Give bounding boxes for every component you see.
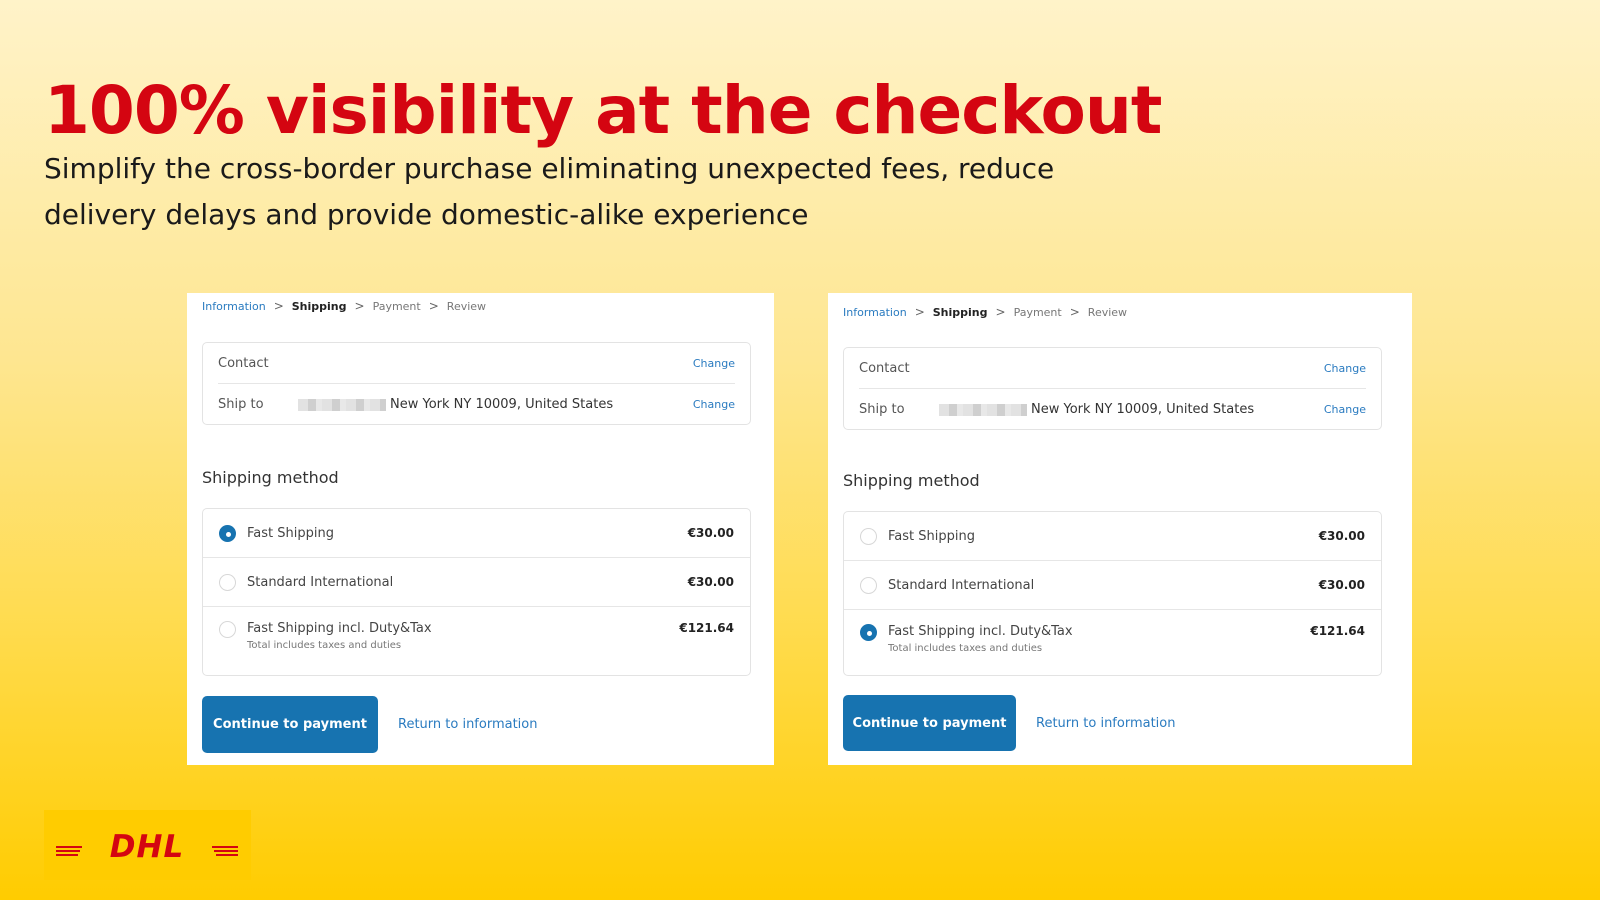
- option-price: €121.64: [679, 621, 734, 635]
- ship-to-value: New York NY 10009, United States: [1031, 402, 1255, 417]
- order-summary-box: Contact Change Ship to New York NY 10009…: [202, 342, 751, 425]
- breadcrumb: Information > Shipping > Payment > Revie…: [843, 305, 1127, 319]
- radio-button-selected[interactable]: [860, 624, 877, 641]
- shipping-method-list: Fast Shipping €30.00 Standard Internatio…: [202, 508, 751, 676]
- dhl-logo: DHL: [44, 810, 251, 880]
- shipping-method-title: Shipping method: [843, 471, 980, 490]
- option-name: Standard International: [888, 577, 1035, 593]
- continue-to-payment-button[interactable]: Continue to payment: [843, 695, 1016, 751]
- chevron-right-icon: >: [354, 299, 365, 313]
- ship-to-row: Ship to New York NY 10009, United States…: [218, 384, 735, 425]
- shipping-method-title: Shipping method: [202, 468, 339, 487]
- radio-button[interactable]: [219, 621, 236, 638]
- dhl-logo-icon: DHL: [56, 832, 238, 860]
- radio-button[interactable]: [219, 573, 236, 591]
- redacted-address: [939, 403, 1027, 416]
- option-description: Total includes taxes and duties: [888, 643, 1043, 654]
- ship-to-label: Ship to: [218, 397, 264, 412]
- breadcrumb-shipping: Shipping: [932, 305, 988, 319]
- breadcrumb-payment: Payment: [372, 299, 421, 313]
- option-name: Standard International: [247, 574, 394, 590]
- radio-button[interactable]: [860, 527, 877, 545]
- return-to-information-link[interactable]: Return to information: [398, 717, 537, 732]
- subheadline: Simplify the cross-border purchase elimi…: [44, 152, 1055, 231]
- shipping-option-fast[interactable]: Fast Shipping €30.00: [203, 509, 750, 558]
- redacted-address: [298, 398, 386, 411]
- order-summary-box: Contact Change Ship to New York NY 10009…: [843, 347, 1382, 430]
- option-price: €30.00: [1318, 578, 1365, 592]
- shipping-option-standard-international[interactable]: Standard International €30.00: [203, 558, 750, 607]
- option-price: €121.64: [1310, 624, 1365, 638]
- breadcrumb-shipping: Shipping: [291, 299, 347, 313]
- radio-button-selected[interactable]: [219, 524, 236, 542]
- option-name: Fast Shipping incl. Duty&Tax: [247, 621, 432, 636]
- shipping-option-fast-duty-tax[interactable]: Fast Shipping incl. Duty&Tax Total inclu…: [203, 607, 750, 675]
- shipping-option-standard-international[interactable]: Standard International €30.00: [844, 561, 1381, 610]
- change-contact-link[interactable]: Change: [693, 357, 735, 370]
- option-name: Fast Shipping: [888, 528, 975, 544]
- ship-to-row: Ship to New York NY 10009, United States…: [859, 389, 1366, 430]
- headline: 100% visibility at the checkout: [44, 72, 1162, 149]
- return-to-information-link[interactable]: Return to information: [1036, 716, 1175, 731]
- option-price: €30.00: [1318, 529, 1365, 543]
- checkout-panel-standard: Information > Shipping > Payment > Revie…: [187, 293, 774, 765]
- breadcrumb-review: Review: [1087, 305, 1128, 319]
- contact-label: Contact: [218, 355, 269, 371]
- chevron-right-icon: >: [1069, 305, 1080, 319]
- ship-to-value: New York NY 10009, United States: [390, 397, 614, 412]
- change-contact-link[interactable]: Change: [1324, 362, 1366, 375]
- breadcrumb-review: Review: [446, 299, 487, 313]
- radio-button[interactable]: [860, 576, 877, 594]
- ship-to-label: Ship to: [859, 402, 905, 417]
- change-ship-to-link[interactable]: Change: [693, 398, 735, 411]
- breadcrumb: Information > Shipping > Payment > Revie…: [202, 299, 486, 313]
- option-price: €30.00: [687, 575, 734, 589]
- option-description: Total includes taxes and duties: [247, 640, 402, 651]
- dhl-wordmark: DHL: [110, 832, 184, 860]
- breadcrumb-information[interactable]: Information: [202, 300, 266, 313]
- shipping-option-fast-duty-tax[interactable]: Fast Shipping incl. Duty&Tax Total inclu…: [844, 610, 1381, 678]
- chevron-right-icon: >: [428, 299, 439, 313]
- breadcrumb-payment: Payment: [1013, 305, 1062, 319]
- chevron-right-icon: >: [914, 305, 925, 319]
- option-name: Fast Shipping incl. Duty&Tax: [888, 624, 1073, 639]
- option-name: Fast Shipping: [247, 525, 334, 541]
- continue-to-payment-button[interactable]: Continue to payment: [202, 696, 378, 753]
- checkout-panel-duty-tax: Information > Shipping > Payment > Revie…: [828, 293, 1412, 765]
- contact-row: Contact Change: [859, 348, 1366, 389]
- chevron-right-icon: >: [995, 305, 1006, 319]
- option-price: €30.00: [687, 526, 734, 540]
- change-ship-to-link[interactable]: Change: [1324, 403, 1366, 416]
- breadcrumb-information[interactable]: Information: [843, 306, 907, 319]
- chevron-right-icon: >: [273, 299, 284, 313]
- contact-label: Contact: [859, 360, 910, 376]
- contact-row: Contact Change: [218, 343, 735, 384]
- shipping-option-fast[interactable]: Fast Shipping €30.00: [844, 512, 1381, 561]
- shipping-method-list: Fast Shipping €30.00 Standard Internatio…: [843, 511, 1382, 676]
